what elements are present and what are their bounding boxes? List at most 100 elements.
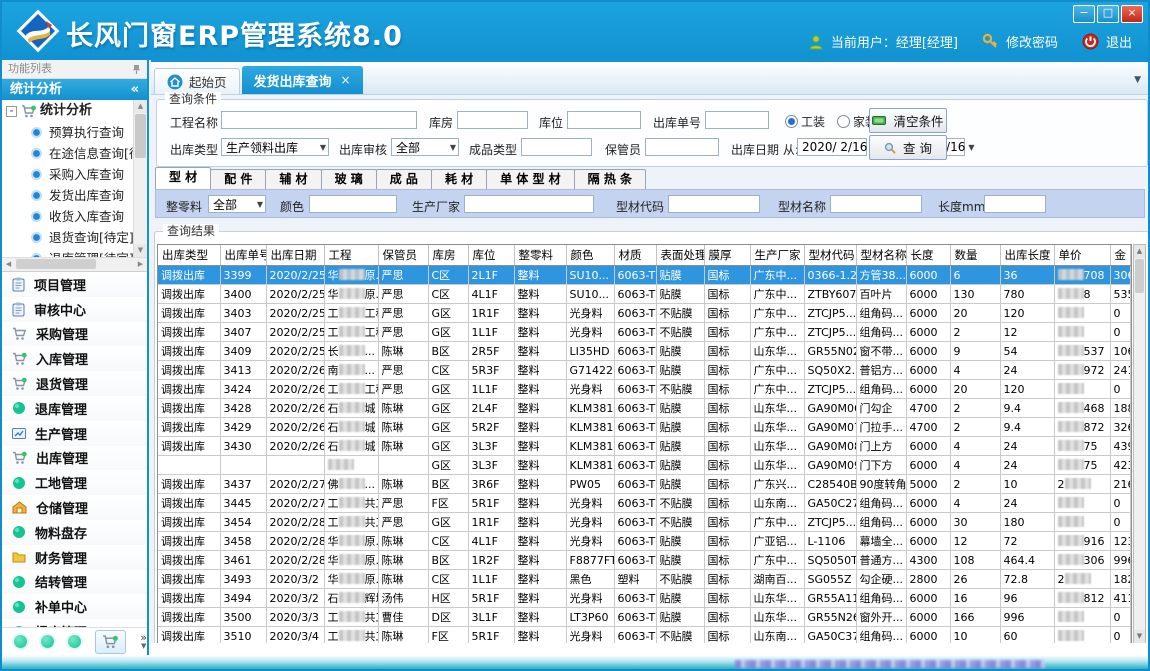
scroll-up-icon[interactable]: ▲ [134,100,147,113]
profile-code-input[interactable] [668,195,760,213]
maximize-button[interactable]: □ [1097,5,1119,23]
column-header-整零料[interactable]: 整零料 [514,245,566,266]
sidebar-group-项目管理[interactable]: 项目管理 [2,272,147,297]
table-row[interactable]: 调拨出库34372020/2/27佛...陈琳B区3R6F整料PW056063-… [158,475,1130,494]
profile-name-input[interactable] [830,195,922,213]
sidebar-group-退货管理[interactable]: 退货管理 [2,371,147,396]
footer-dot-icon[interactable] [68,635,81,648]
table-row[interactable]: 调拨出库34282020/2/26石城陈琳G区2L4F整料KLM38176063… [158,399,1130,418]
column-header-金[interactable]: 金 [1110,245,1130,266]
minimize-button[interactable]: − [1073,5,1095,23]
tree-horizontal-scrollbar[interactable]: ◀ ▶ [2,257,147,272]
search-button[interactable]: 查 询 [869,135,947,160]
table-row[interactable]: 调拨出库33992020/2/25华原...严思C区2L1F整料SU10...6… [158,266,1130,285]
column-header-库房[interactable]: 库房 [428,245,468,266]
sidebar-group-补单中心[interactable]: 补单中心 [2,594,147,619]
column-header-库位[interactable]: 库位 [468,245,514,266]
footer-more-button[interactable]: »▼ [140,633,147,651]
table-row[interactable]: 调拨出库34032020/2/25工工程严思G区1R1F整料光身料6063-T5… [158,304,1130,323]
table-row[interactable]: 调拨出库34942020/3/2石辉城汤伟H区5R1F整料光身料6063-T5贴… [158,589,1130,608]
sidebar-group-报废管理[interactable]: 报废管理 [2,619,147,627]
table-row[interactable]: 调拨出库34452020/2/27工共工程严思F区5R1F整料光身料6063-T… [158,494,1130,513]
table-row[interactable]: 调拨出库34932020/3/2华原...陈琳C区1L1F整料黑色塑料不贴膜国标… [158,570,1130,589]
sidebar-group-采购管理[interactable]: 采购管理 [2,322,147,347]
out-type-select[interactable]: 生产领料出库▼ [221,138,329,156]
scroll-left-icon[interactable]: ◀ [2,258,15,271]
keeper-input[interactable] [645,138,719,156]
scroll-right-icon[interactable]: ▶ [134,258,147,271]
tree-vertical-scrollbar[interactable]: ▲ ▼ [133,100,147,257]
column-header-出库长度[interactable]: 出库长度 [1000,245,1054,266]
clear-conditions-button[interactable]: 清空条件 [869,108,947,133]
date-from-select[interactable]: 2020/ 2/16▼ [797,138,867,156]
out-audit-select[interactable]: 全部▼ [391,138,459,156]
column-header-出库单号[interactable]: 出库单号 [220,245,266,266]
table-row[interactable]: 调拨出库34132020/2/26南...严思C区5R3F整料G71422606… [158,361,1130,380]
material-tab-3[interactable]: 辅 材 [265,169,321,189]
scroll-down-icon[interactable]: ▼ [134,244,147,257]
project-name-input[interactable] [221,111,417,129]
column-header-型材代码[interactable]: 型材代码 [804,245,856,266]
footer-dot-icon[interactable] [14,635,27,648]
sidebar-group-结转管理[interactable]: 结转管理 [2,570,147,595]
table-row[interactable]: 调拨出库35102020/3/4工共工程陈琳F区5R1F整料光身料6063-T5… [158,627,1130,645]
column-header-生产厂家[interactable]: 生产厂家 [750,245,804,266]
table-row[interactable]: 调拨出库34612020/2/28华原...陈琳B区1R2F整料F8877FT6… [158,551,1130,570]
sidebar-group-审核中心[interactable]: 审核中心 [2,297,147,322]
column-header-出库日期[interactable]: 出库日期 [266,245,324,266]
table-row[interactable]: 调拨出库34002020/2/25华原...严思C区4L1F整料SU10...6… [158,285,1130,304]
table-row[interactable]: 调拨出库34092020/2/25长...陈琳B区2R5F整料LI35HD606… [158,342,1130,361]
color-input[interactable] [309,195,397,213]
column-header-保管员[interactable]: 保管员 [378,245,428,266]
logout-link[interactable]: 退出 [1106,32,1132,51]
collapse-sidebar-icon[interactable]: « [131,79,139,100]
sidebar-group-生产管理[interactable]: 生产管理 [2,421,147,446]
length-input[interactable] [984,195,1046,213]
scroll-up-icon[interactable]: ▲ [1134,245,1145,258]
table-row[interactable]: 调拨出库34292020/2/26石城陈琳G区5R2F整料KLM38176063… [158,418,1130,437]
change-password-link[interactable]: 修改密码 [1006,32,1058,51]
material-tab-2[interactable]: 配 件 [210,169,266,189]
footer-cart-button[interactable] [95,630,127,654]
table-row[interactable]: 调拨出库34072020/2/25工工程严思G区1L1F整料光身料6063-T5… [158,323,1130,342]
column-header-膜厚[interactable]: 膜厚 [704,245,750,266]
column-header-单价[interactable]: 单价 [1054,245,1110,266]
tree-item-退库管理[待定][interactable]: 退库管理[待定] [2,248,134,257]
table-row[interactable]: 调拨出库35002020/3/3工共工程曹佳D区3L1F整料LT3P606063… [158,608,1130,627]
order-no-input[interactable] [705,111,769,129]
tab-home[interactable]: 起始页 [154,68,240,94]
footer-dot-icon[interactable] [41,635,54,648]
column-header-出库类型[interactable]: 出库类型 [158,245,220,266]
column-header-数量[interactable]: 数量 [950,245,1000,266]
manufacturer-input[interactable] [464,195,594,213]
column-header-材质[interactable]: 材质 [614,245,656,266]
material-tab-8[interactable]: 隔 热 条 [574,169,646,189]
warehouse-input[interactable] [457,111,528,129]
tab-close-icon[interactable]: × [341,73,351,87]
tree-root-statistics[interactable]: - 统计分析 [2,100,134,122]
column-header-型材名称[interactable]: 型材名称 [856,245,906,266]
product-type-input[interactable] [521,138,592,156]
table-row[interactable]: 调拨出库34242020/2/26工工程严思G区1L1F整料光身料6063-T5… [158,380,1130,399]
material-tab-7[interactable]: 单 体 型 材 [486,169,575,189]
sidebar-group-物料盘存[interactable]: 物料盘存 [2,520,147,545]
tree-item-在途信息查询[待[interactable]: 在途信息查询[待 [2,143,134,164]
sidebar-group-出库管理[interactable]: 出库管理 [2,446,147,471]
table-row[interactable]: 调拨出库34542020/2/28工共工程严思G区1R1F整料光身料6063-T… [158,513,1130,532]
radio-gongzhuang[interactable]: 工装 [785,113,825,130]
location-input[interactable] [567,111,641,129]
whole-part-select[interactable]: 全部▼ [208,195,266,213]
material-tab-5[interactable]: 成 品 [376,169,432,189]
scroll-down-icon[interactable]: ▼ [1134,630,1145,643]
tab-active-shipment-query[interactable]: 发货出库查询 × [242,66,363,94]
table-row[interactable]: 调拨出库34302020/2/26石城陈琳G区3L3F整料KLM38176063… [158,437,1130,456]
column-header-长度[interactable]: 长度 [906,245,950,266]
column-header-颜色[interactable]: 颜色 [566,245,614,266]
tree-item-发货出库查询[interactable]: 发货出库查询 [2,185,134,206]
sidebar-group-仓储管理[interactable]: 仓储管理 [2,495,147,520]
tree-item-预算执行查询[interactable]: 预算执行查询 [2,122,134,143]
material-tab-4[interactable]: 玻 璃 [321,169,377,189]
tree-item-退货查询[待定][interactable]: 退货查询[待定] [2,227,134,248]
tab-list-dropdown-icon[interactable]: ▼ [1134,75,1141,85]
sidebar-group-工地管理[interactable]: 工地管理 [2,470,147,495]
